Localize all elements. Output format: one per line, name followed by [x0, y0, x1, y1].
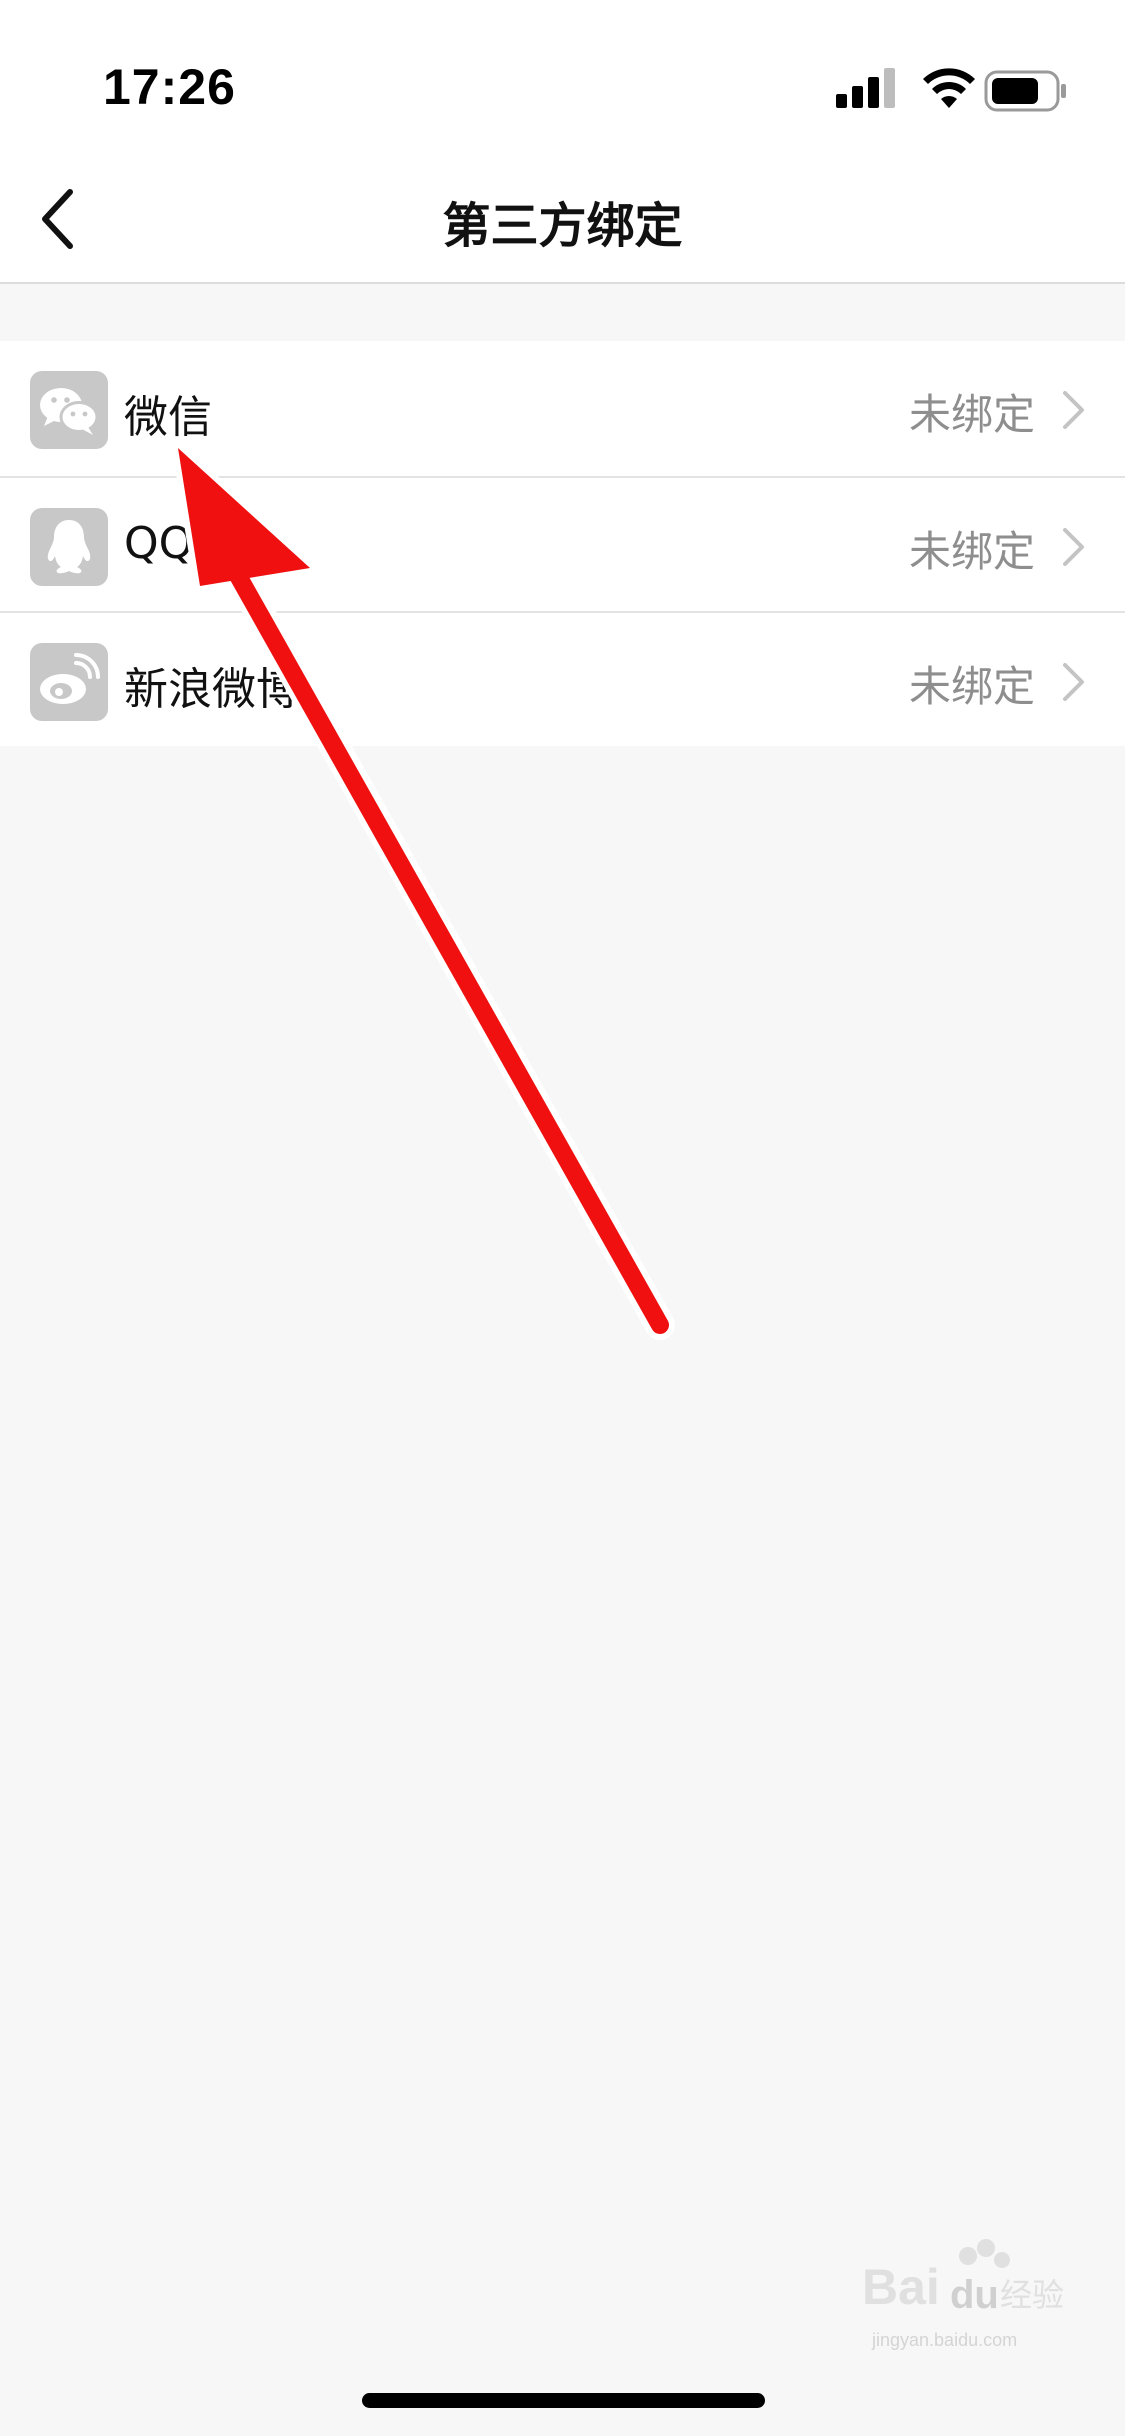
binding-status: 未绑定: [908, 662, 1035, 711]
qq-penguin-icon: [30, 508, 108, 586]
binding-status: 未绑定: [908, 527, 1035, 576]
svg-text:du: du: [950, 2273, 999, 2317]
chevron-right-icon: [1063, 663, 1084, 701]
weibo-icon: [30, 643, 108, 721]
binding-label: 微信: [124, 392, 212, 443]
status-time: 17:26: [103, 59, 236, 115]
binding-label: QQ: [124, 518, 194, 569]
navigation-bar: 第三方绑定: [0, 150, 1125, 284]
watermark-url: jingyan.baidu.com: [872, 2330, 1018, 2350]
chevron-right-icon: [1063, 391, 1084, 429]
svg-text:Bai: Bai: [862, 2259, 940, 2315]
page-title: 第三方绑定: [442, 198, 683, 254]
third-party-binding-list: 微信 未绑定 QQ 未绑定 新浪微博 未绑定: [0, 341, 1125, 746]
svg-text:经验: 经验: [1000, 2276, 1064, 2314]
wifi-icon: [923, 68, 975, 108]
chevron-right-icon: [1063, 528, 1084, 566]
wechat-icon: [30, 371, 108, 449]
binding-row-qq[interactable]: QQ 未绑定: [0, 476, 1125, 611]
baidu-jingyan-watermark: Bai du 经验: [862, 2239, 1064, 2317]
binding-label: 新浪微博: [124, 664, 300, 715]
app-screen: 17:26 第三方绑定 微信 未绑定 QQ 未绑定 新浪微博 未绑定 Bai d…: [0, 0, 1125, 2436]
home-indicator[interactable]: [362, 2393, 765, 2408]
status-bar: 17:26: [0, 0, 1125, 150]
cellular-signal-icon: [836, 68, 895, 108]
binding-status: 未绑定: [908, 390, 1035, 439]
battery-icon: [984, 70, 1066, 112]
binding-row-wechat[interactable]: 微信 未绑定: [0, 341, 1125, 476]
binding-row-weibo[interactable]: 新浪微博 未绑定: [0, 611, 1125, 746]
